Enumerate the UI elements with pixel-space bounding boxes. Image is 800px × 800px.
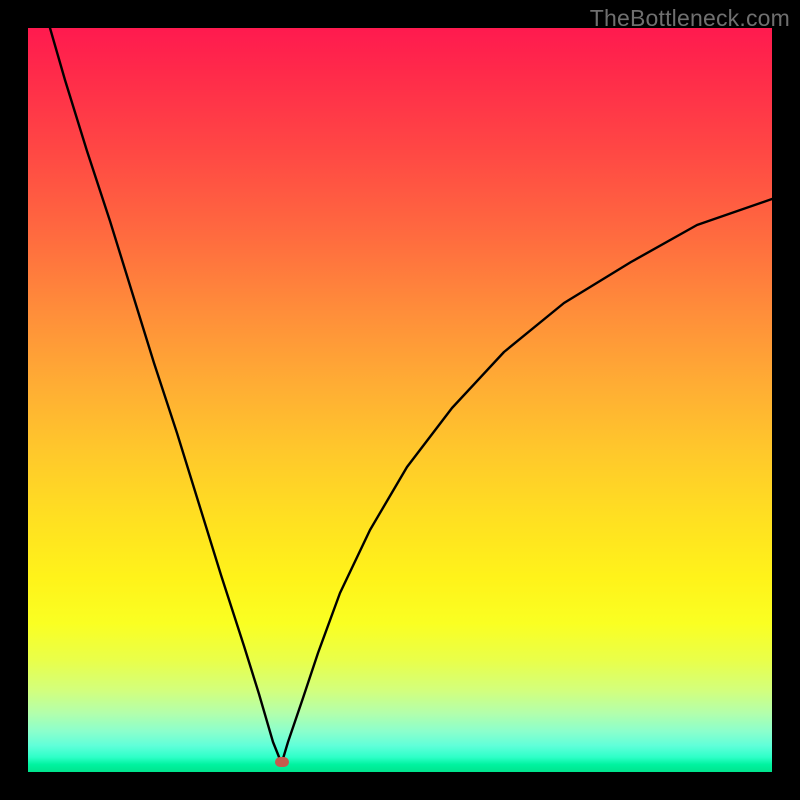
watermark-text: TheBottleneck.com xyxy=(590,5,790,32)
optimal-point-marker xyxy=(275,757,289,767)
chart-frame: TheBottleneck.com xyxy=(0,0,800,800)
curve-path xyxy=(50,28,772,762)
bottleneck-curve xyxy=(28,28,772,772)
plot-area xyxy=(28,28,772,772)
